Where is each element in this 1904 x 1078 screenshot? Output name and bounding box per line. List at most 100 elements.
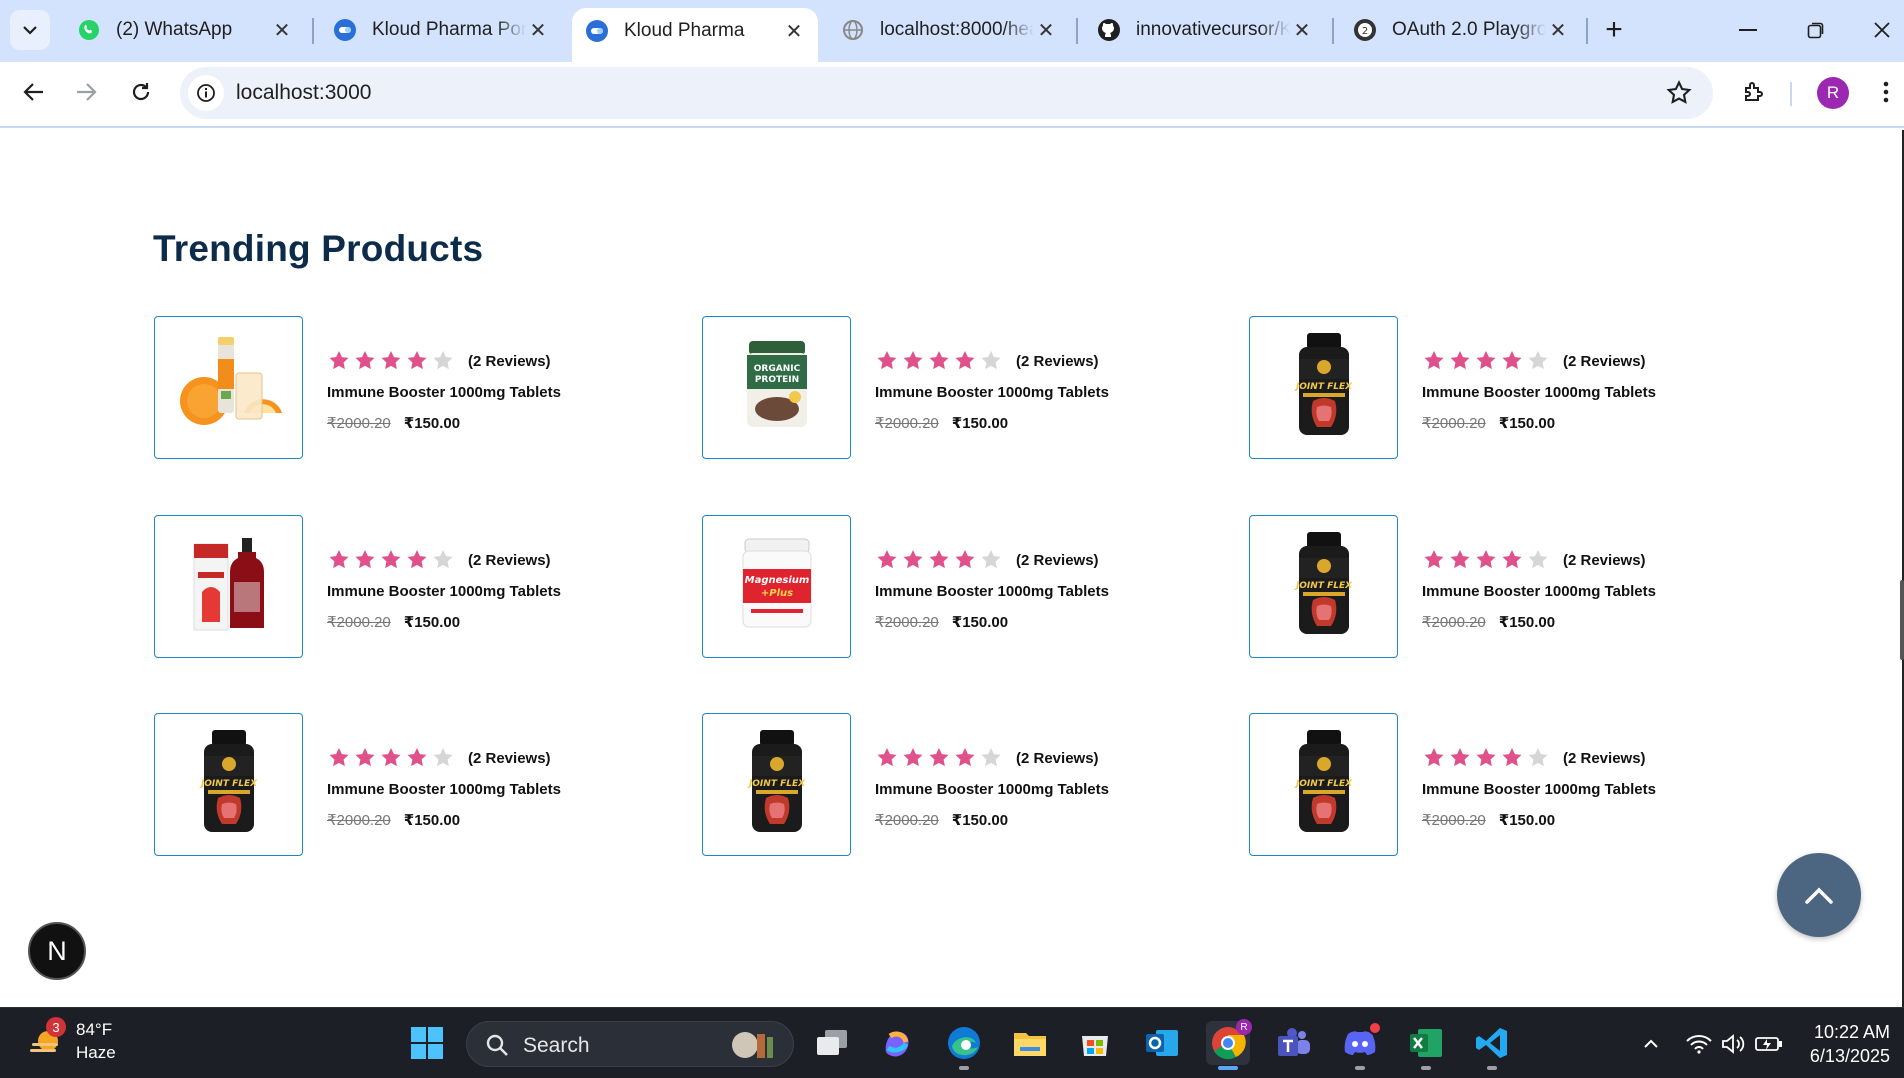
wifi-icon[interactable]	[1684, 1030, 1714, 1058]
scroll-to-top-button[interactable]	[1777, 853, 1861, 937]
excel-icon[interactable]	[1404, 1021, 1448, 1070]
product-card[interactable]: JOINT FLEX (2 Reviews) Immune Booster 10…	[702, 713, 1182, 859]
product-image-organic-protein-tub: ORGANIC PROTEIN	[737, 337, 817, 438]
product-rating: (2 Reviews)	[327, 348, 561, 374]
start-button[interactable]	[405, 1021, 449, 1065]
tab-kloud-pharma-portal[interactable]: Kloud Pharma Portal ✕	[320, 10, 562, 50]
tab-github[interactable]: innovativecursor/Kloud ✕	[1084, 10, 1326, 50]
product-image[interactable]: JOINT FLEX	[1249, 316, 1398, 459]
volume-icon[interactable]	[1718, 1030, 1748, 1058]
star-filled-icon	[929, 748, 949, 767]
review-count[interactable]: (2 Reviews)	[1016, 750, 1099, 767]
outlook-icon[interactable]	[1140, 1021, 1184, 1065]
tab-localhost-8000[interactable]: localhost:8000/health ✕	[828, 10, 1070, 50]
show-hidden-icons-button[interactable]	[1636, 1030, 1666, 1058]
forward-button[interactable]	[66, 72, 106, 112]
product-image[interactable]: JOINT FLEX	[702, 713, 851, 856]
product-card[interactable]: JOINT FLEX (2 Reviews) Immune Booster 10…	[1249, 316, 1729, 462]
product-image[interactable]	[154, 515, 303, 658]
tab-kloud-pharma-active[interactable]: Kloud Pharma ✕	[572, 8, 818, 62]
microsoft-store-icon[interactable]	[1073, 1021, 1117, 1065]
review-count[interactable]: (2 Reviews)	[1563, 552, 1646, 569]
product-rating: (2 Reviews)	[327, 547, 561, 573]
battery-icon[interactable]	[1754, 1030, 1784, 1058]
product-price: ₹2000.20 ₹150.00	[875, 811, 1109, 829]
product-name[interactable]: Immune Booster 1000mg Tablets	[327, 384, 561, 401]
product-image[interactable]: JOINT FLEX	[1249, 515, 1398, 658]
restore-button[interactable]	[1794, 10, 1838, 50]
product-name[interactable]: Immune Booster 1000mg Tablets	[1422, 781, 1656, 798]
minimize-button[interactable]	[1726, 10, 1770, 50]
close-window-button[interactable]	[1860, 10, 1904, 50]
product-card[interactable]: Magnesium +Plus (2 Reviews) Immune Boost…	[702, 515, 1182, 661]
review-count[interactable]: (2 Reviews)	[1563, 750, 1646, 767]
original-price: ₹2000.20	[1422, 812, 1486, 829]
review-count[interactable]: (2 Reviews)	[1016, 552, 1099, 569]
star-filled-icon	[1502, 351, 1522, 370]
review-count[interactable]: (2 Reviews)	[468, 750, 551, 767]
product-name[interactable]: Immune Booster 1000mg Tablets	[327, 781, 561, 798]
tab-search-button[interactable]	[10, 10, 50, 50]
review-count[interactable]: (2 Reviews)	[468, 353, 551, 370]
review-count[interactable]: (2 Reviews)	[468, 552, 551, 569]
arrow-right-icon	[77, 83, 97, 101]
new-tab-button[interactable]: +	[1598, 13, 1630, 46]
product-card[interactable]: JOINT FLEX (2 Reviews) Immune Booster 10…	[1249, 515, 1729, 661]
product-name[interactable]: Immune Booster 1000mg Tablets	[1422, 384, 1656, 401]
product-name[interactable]: Immune Booster 1000mg Tablets	[327, 583, 561, 600]
tab-oauth-playground[interactable]: 2 OAuth 2.0 Playground ✕	[1340, 10, 1582, 50]
product-name[interactable]: Immune Booster 1000mg Tablets	[875, 583, 1109, 600]
weather-widget[interactable]: 3 84°F Haze	[26, 1017, 116, 1064]
product-card[interactable]: JOINT FLEX (2 Reviews) Immune Booster 10…	[1249, 713, 1729, 859]
vscode-icon[interactable]	[1470, 1021, 1514, 1070]
close-icon[interactable]: ✕	[782, 19, 806, 43]
tab-separator	[312, 18, 314, 44]
tab-whatsapp[interactable]: (2) WhatsApp ✕	[64, 10, 306, 50]
chrome-icon[interactable]: R	[1206, 1019, 1252, 1070]
browser-menu-button[interactable]	[1866, 72, 1904, 112]
product-name[interactable]: Immune Booster 1000mg Tablets	[875, 781, 1109, 798]
product-image[interactable]: JOINT FLEX	[154, 713, 303, 856]
back-button[interactable]	[14, 72, 54, 112]
discord-icon[interactable]	[1338, 1021, 1382, 1070]
review-count[interactable]: (2 Reviews)	[1016, 353, 1099, 370]
address-bar[interactable]: localhost:3000	[180, 67, 1713, 119]
star-filled-icon	[1450, 550, 1470, 569]
extensions-button[interactable]	[1734, 72, 1774, 112]
bookmark-star-icon[interactable]	[1665, 79, 1693, 107]
sale-price: ₹150.00	[1498, 415, 1556, 432]
close-icon[interactable]: ✕	[526, 18, 550, 42]
product-image[interactable]: ORGANIC PROTEIN	[702, 316, 851, 459]
site-info-icon[interactable]	[188, 75, 224, 111]
file-explorer-icon[interactable]	[1008, 1021, 1052, 1065]
product-card[interactable]: ORGANIC PROTEIN (2 Reviews) Immune Boost…	[702, 316, 1182, 462]
edge-browser-icon[interactable]	[942, 1021, 986, 1070]
close-icon[interactable]: ✕	[1034, 18, 1058, 42]
browser-toolbar: localhost:3000 R	[0, 62, 1904, 128]
review-count[interactable]: (2 Reviews)	[1563, 353, 1646, 370]
product-card[interactable]: (2 Reviews) Immune Booster 1000mg Tablet…	[154, 316, 634, 462]
product-card[interactable]: (2 Reviews) Immune Booster 1000mg Tablet…	[154, 515, 634, 661]
profile-avatar[interactable]: R	[1817, 77, 1849, 109]
rating-stars	[1422, 548, 1550, 572]
close-icon[interactable]: ✕	[1290, 18, 1314, 42]
scrollbar-thumb[interactable]	[1900, 580, 1904, 660]
star-filled-icon	[955, 748, 975, 767]
product-name[interactable]: Immune Booster 1000mg Tablets	[875, 384, 1109, 401]
system-clock[interactable]: 10:22 AM 6/13/2025	[1810, 1020, 1890, 1068]
reload-button[interactable]	[121, 72, 161, 112]
product-image[interactable]: Magnesium +Plus	[702, 515, 851, 658]
star-filled-icon	[1502, 748, 1522, 767]
product-card[interactable]: JOINT FLEX (2 Reviews) Immune Booster 10…	[154, 713, 634, 859]
taskbar-search[interactable]: Search	[466, 1021, 794, 1067]
nextjs-dev-badge[interactable]: N	[28, 922, 86, 980]
product-name[interactable]: Immune Booster 1000mg Tablets	[1422, 583, 1656, 600]
product-image[interactable]: JOINT FLEX	[1249, 713, 1398, 856]
profile-badge: R	[1236, 1019, 1252, 1035]
copilot-icon[interactable]	[875, 1021, 919, 1065]
teams-icon[interactable]	[1272, 1021, 1316, 1065]
product-image[interactable]	[154, 316, 303, 459]
close-icon[interactable]: ✕	[1546, 18, 1570, 42]
close-icon[interactable]: ✕	[270, 18, 294, 42]
task-view-icon[interactable]	[810, 1021, 854, 1065]
